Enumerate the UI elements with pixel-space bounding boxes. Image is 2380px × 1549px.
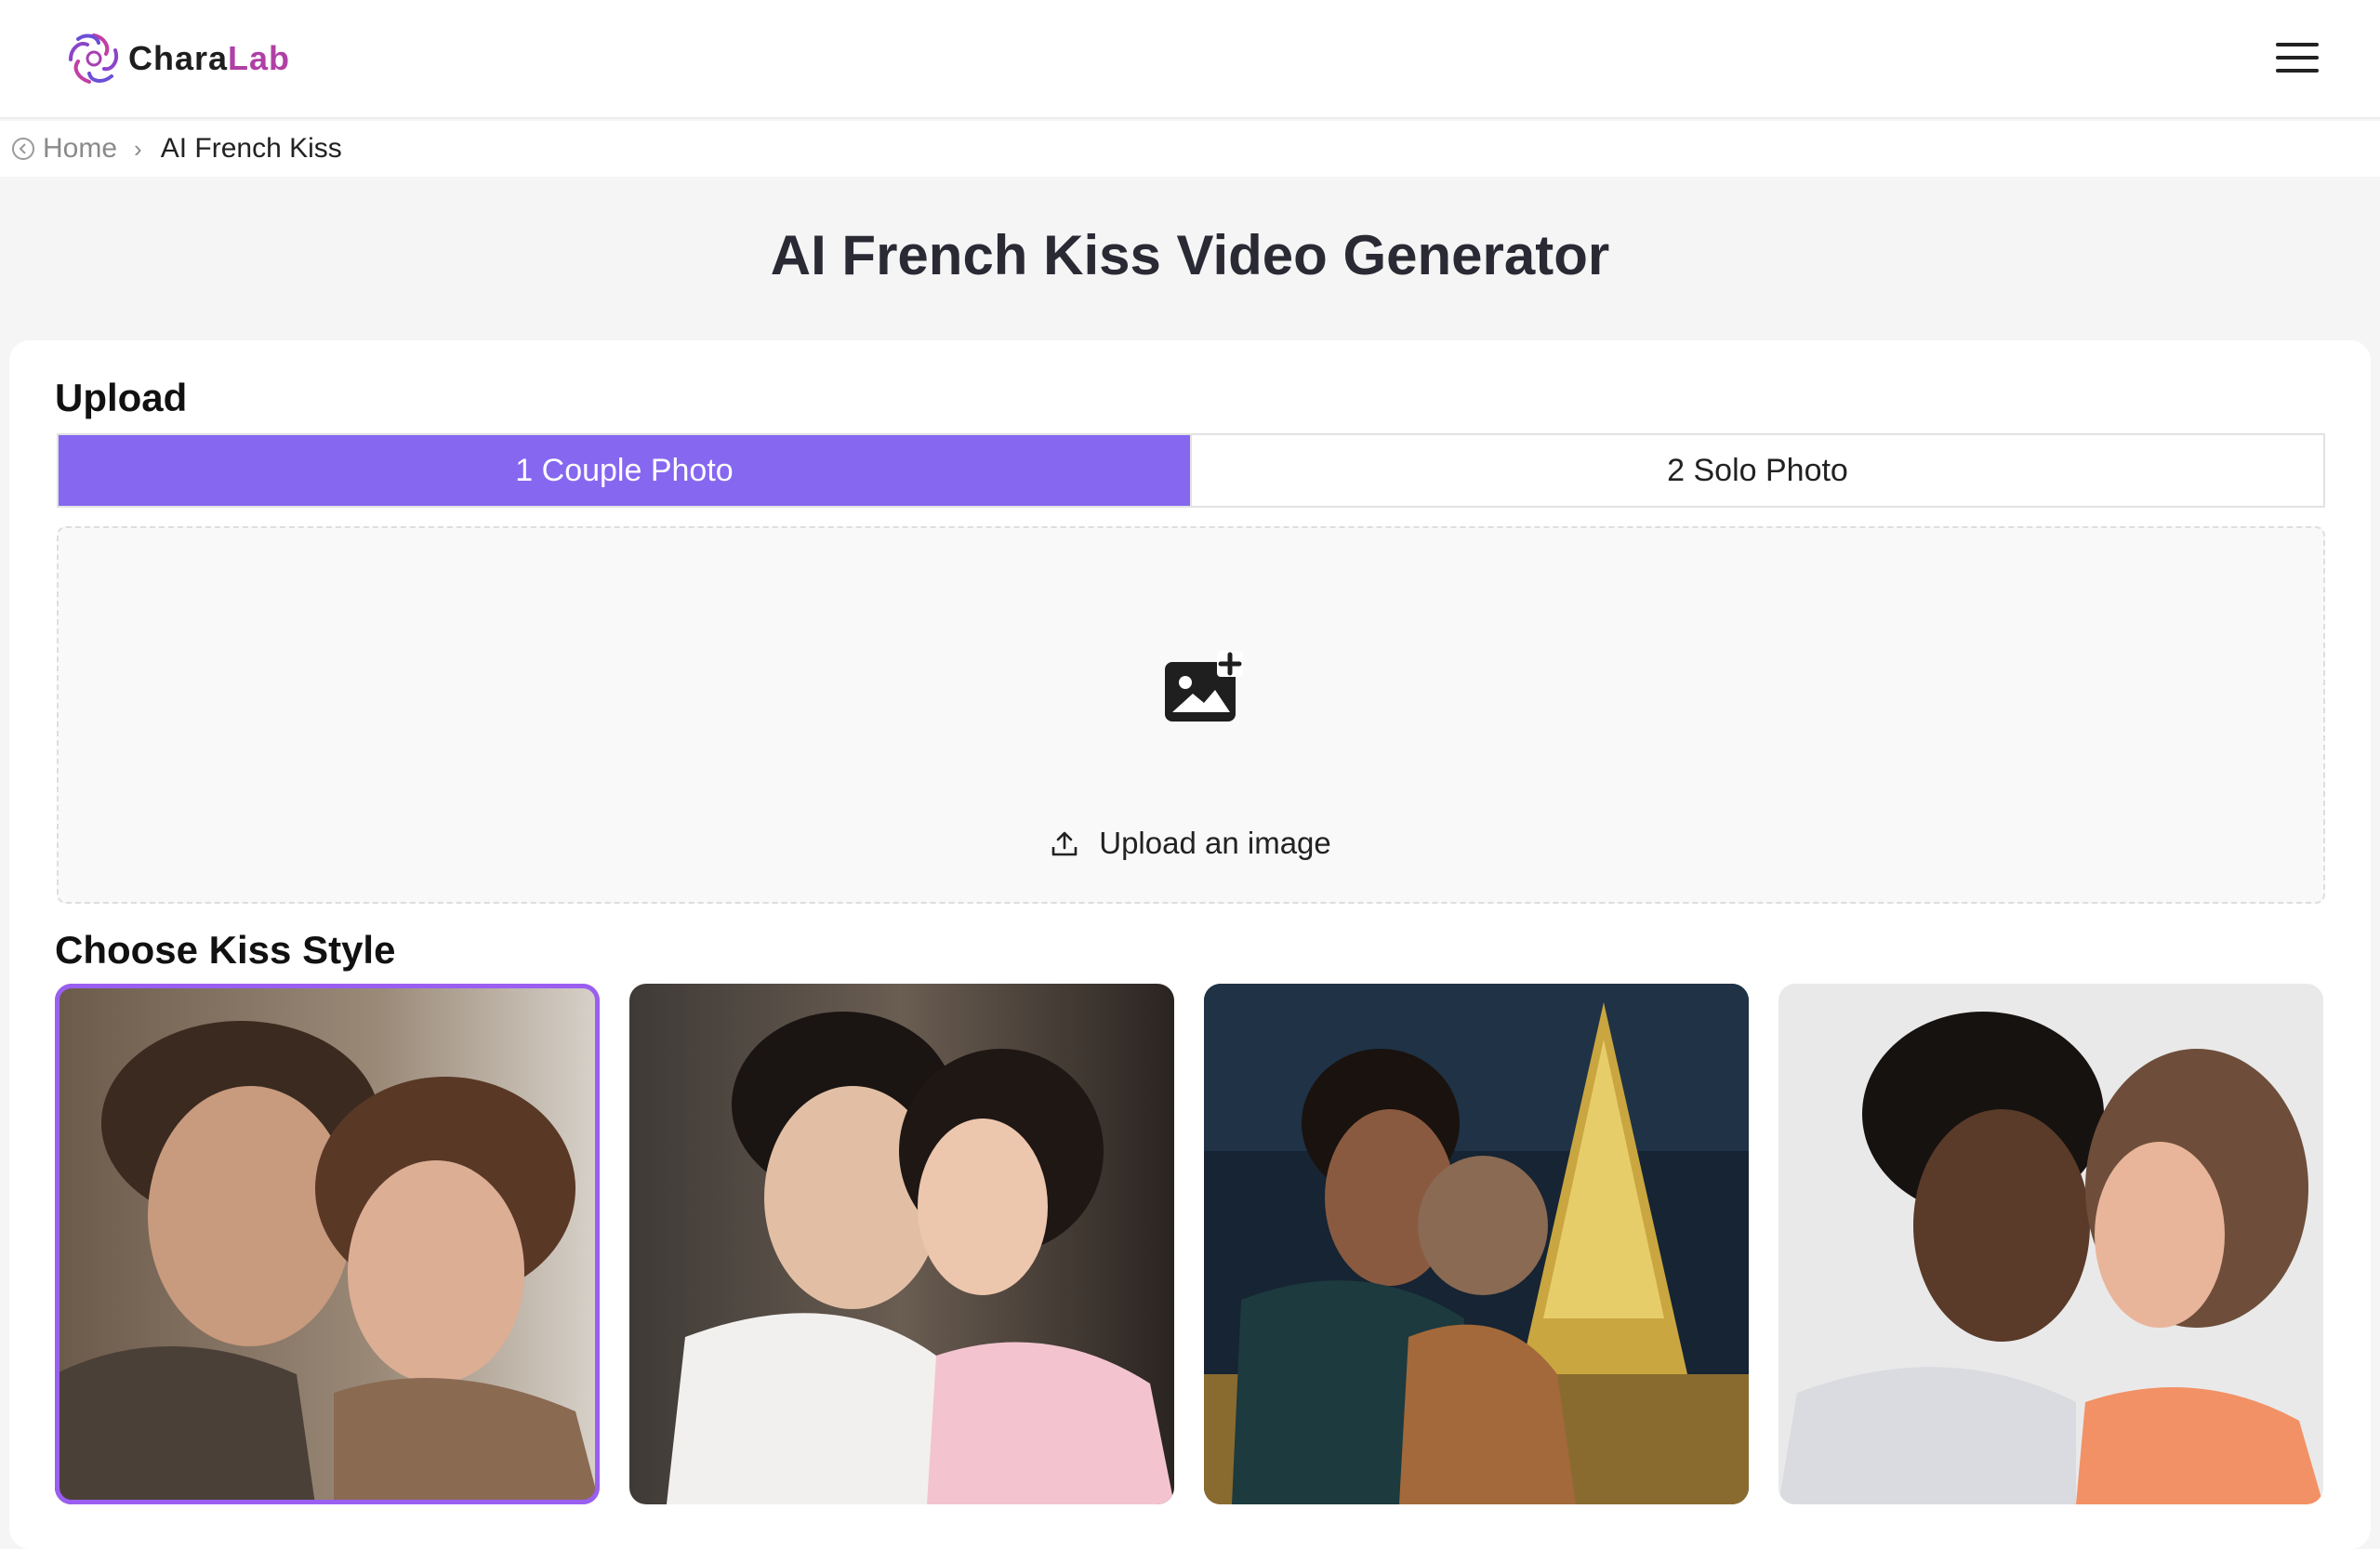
upload-section-label: Upload <box>55 376 188 419</box>
page-title: AI French Kiss Video Generator <box>770 224 1610 286</box>
add-image-icon <box>1165 651 1243 722</box>
image-dropzone[interactable]: Upload an image <box>57 526 2325 904</box>
kiss-style-section-label: Choose Kiss Style <box>55 928 396 972</box>
chevron-right-icon: › <box>134 134 142 163</box>
kiss-style-thumbnail-1 <box>55 984 600 1504</box>
breadcrumb: Home › AI French Kiss <box>0 121 2380 177</box>
hamburger-menu-button[interactable] <box>2276 43 2320 74</box>
upload-image-label: Upload an image <box>1099 826 1331 860</box>
hamburger-icon <box>2276 43 2319 46</box>
logo[interactable]: CharaLab <box>65 30 290 87</box>
kiss-style-thumbnail-3 <box>1204 984 1749 1504</box>
kiss-style-option-1[interactable] <box>55 984 600 1504</box>
upload-image-prompt[interactable]: Upload an image <box>59 826 2323 861</box>
kiss-style-option-4[interactable] <box>1778 984 2323 1504</box>
logo-text: CharaLab <box>128 39 290 78</box>
kiss-style-thumbnail-4 <box>1778 984 2323 1504</box>
logo-text-primary: Chara <box>128 39 229 77</box>
generator-card: Upload 1 Couple Photo 2 Solo Photo Uploa… <box>9 340 2371 1549</box>
tab-couple-photo[interactable]: 1 Couple Photo <box>59 435 1190 506</box>
kiss-style-option-3[interactable] <box>1204 984 1749 1504</box>
back-circle-icon[interactable] <box>11 137 35 161</box>
kiss-style-option-2[interactable] <box>629 984 1174 1504</box>
logo-text-accent: Lab <box>228 39 291 77</box>
kiss-style-grid <box>55 984 2323 1504</box>
logo-swirl-icon <box>69 33 118 84</box>
breadcrumb-home-link[interactable]: Home <box>43 133 117 165</box>
tab-solo-photo[interactable]: 2 Solo Photo <box>1190 435 2323 506</box>
site-header: CharaLab <box>0 0 2380 119</box>
kiss-style-thumbnail-2 <box>629 984 1174 1504</box>
upload-mode-tabs: 1 Couple Photo 2 Solo Photo <box>57 433 2325 508</box>
upload-icon <box>1051 831 1078 856</box>
breadcrumb-current: AI French Kiss <box>160 133 342 164</box>
